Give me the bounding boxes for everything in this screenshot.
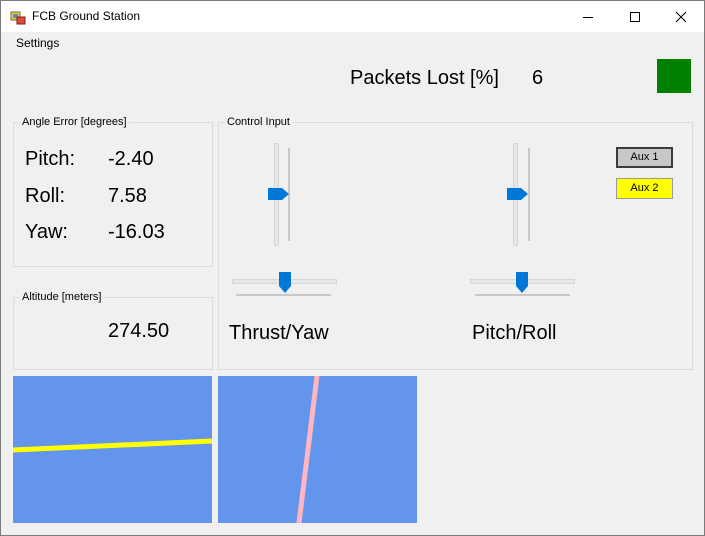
control-input-caption: Control Input [225, 116, 292, 129]
main-window: FCB Ground Station Settings Packets Lost… [0, 0, 705, 536]
close-icon [675, 11, 687, 23]
yaw-slider-ticks [236, 294, 331, 296]
link-status-indicator [657, 59, 691, 93]
packets-lost-label: Packets Lost [%] [350, 67, 499, 89]
yaw-value: -16.03 [108, 221, 165, 243]
close-button[interactable] [658, 1, 704, 32]
pitch-label: Pitch: [25, 148, 76, 170]
minimize-button[interactable] [565, 1, 611, 32]
pitch-slider-thumb[interactable] [507, 187, 529, 201]
altitude-value: 274.50 [108, 320, 170, 342]
app-icon [10, 11, 26, 25]
thrust-yaw-label: Thrust/Yaw [229, 322, 329, 344]
altitude-caption: Altitude [meters] [20, 291, 104, 304]
thrust-slider-thumb[interactable] [268, 187, 290, 201]
packets-lost-value: 6 [532, 67, 544, 89]
menu-bar: Settings [1, 32, 704, 54]
pitch-value: -2.40 [108, 148, 154, 170]
aux-2-button[interactable]: Aux 2 [616, 178, 673, 199]
title-bar[interactable]: FCB Ground Station [1, 1, 704, 32]
roll-indicator [13, 376, 212, 523]
roll-value: 7.58 [108, 185, 147, 207]
roll-horizon-line [13, 438, 212, 453]
yaw-label: Yaw: [25, 221, 68, 243]
maximize-icon [630, 12, 640, 22]
minimize-icon [583, 17, 593, 18]
yaw-heading-line [296, 376, 320, 523]
yaw-slider-thumb[interactable] [278, 272, 292, 294]
aux-1-button[interactable]: Aux 1 [616, 147, 673, 168]
roll-slider-thumb[interactable] [515, 272, 529, 294]
pitch-roll-label: Pitch/Roll [472, 322, 557, 344]
angle-error-caption: Angle Error [degrees] [20, 116, 129, 129]
menu-settings[interactable]: Settings [16, 36, 59, 50]
roll-slider-ticks [475, 294, 570, 296]
yaw-indicator [218, 376, 417, 523]
maximize-button[interactable] [612, 1, 658, 32]
roll-label: Roll: [25, 185, 66, 207]
window-title: FCB Ground Station [32, 9, 141, 23]
